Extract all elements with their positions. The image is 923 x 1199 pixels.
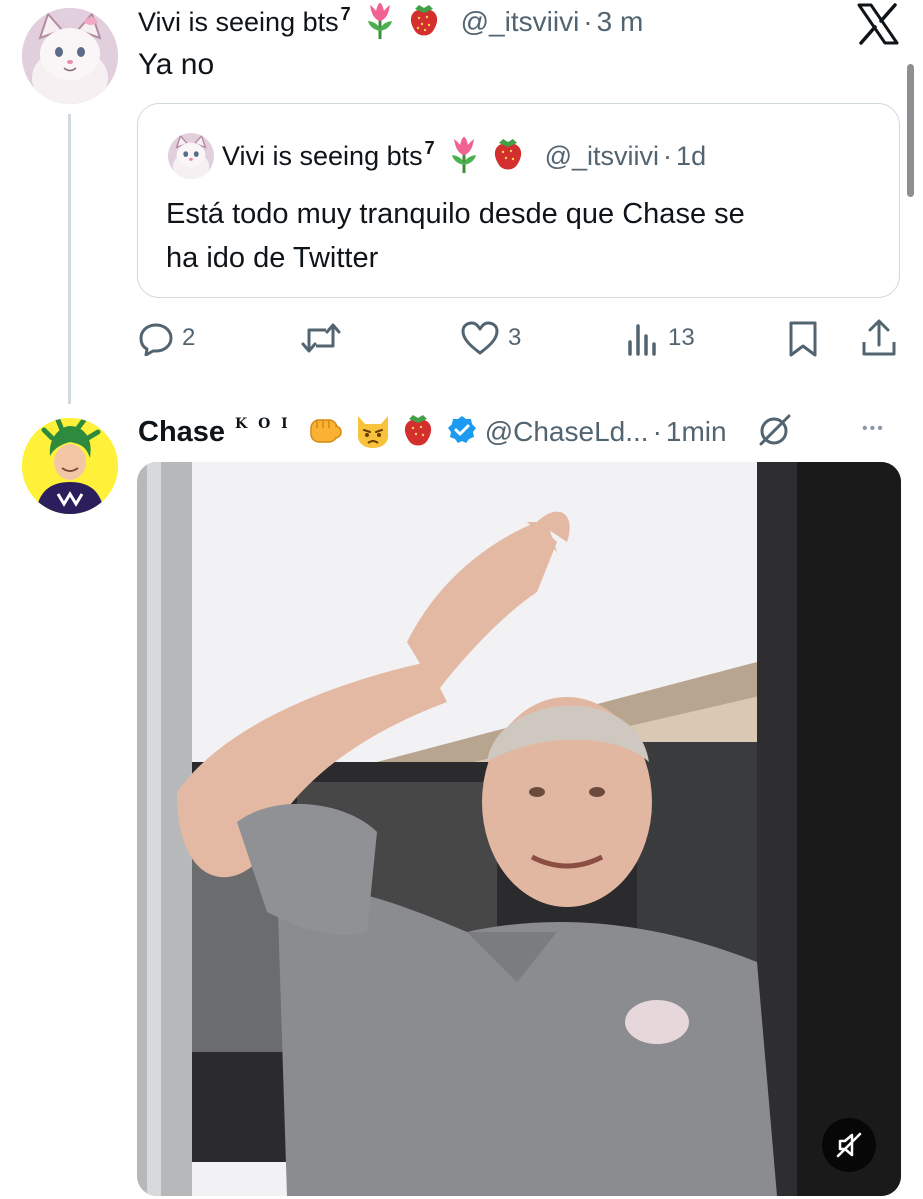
- quoted-display-name: Vivi is seeing bts: [222, 140, 423, 171]
- share-button[interactable]: [860, 318, 898, 358]
- more-options-icon[interactable]: •••: [862, 420, 885, 438]
- mute-button[interactable]: [822, 1118, 876, 1172]
- quoted-text: Está todo muy tranquilo desde que Chase …: [166, 192, 745, 280]
- reply-header: Vivi is seeing bts 7 @_itsviivi · 3 m: [138, 2, 643, 42]
- views-icon: [628, 324, 656, 356]
- reply-tweet: Vivi is seeing bts 7 @_itsviivi · 3 m Ya …: [0, 0, 923, 404]
- quoted-avatar: [168, 133, 214, 179]
- reply-separator: ·: [583, 6, 593, 37]
- tulip-emoji-icon: [365, 1, 395, 44]
- chase-display-name[interactable]: Chase: [138, 416, 225, 449]
- chase-separator: ·: [652, 416, 662, 447]
- strawberry-emoji-icon: [407, 1, 441, 44]
- reply-count: 2: [182, 324, 196, 351]
- quoted-text-line-1: Está todo muy tranquilo desde que Chase …: [166, 198, 745, 230]
- verified-badge-icon[interactable]: [447, 415, 477, 450]
- heart-icon: [461, 321, 499, 355]
- quoted-text-line-2: ha ido de Twitter: [166, 242, 379, 274]
- reply-display-name[interactable]: Vivi is seeing bts: [138, 7, 339, 38]
- main-tweet: Chase K O I @ChaseLd... · 1min •••: [0, 400, 923, 1199]
- strawberry-emoji-icon: [401, 411, 435, 454]
- like-button[interactable]: 3: [460, 320, 521, 356]
- thread-line: [68, 114, 71, 404]
- chase-time[interactable]: 1min: [666, 416, 727, 448]
- reply-text: Ya no: [138, 48, 215, 81]
- tweet-media-video[interactable]: [137, 462, 901, 1196]
- mute-icon: [836, 1132, 862, 1158]
- reply-handle[interactable]: @_itsviivi: [461, 6, 580, 38]
- chase-handle[interactable]: @ChaseLd...: [485, 416, 649, 448]
- reply-time[interactable]: 3 m: [597, 6, 644, 38]
- quoted-handle: @_itsviivi: [544, 140, 660, 171]
- strawberry-emoji-icon: [491, 135, 525, 178]
- quoted-header: Vivi is seeing bts 7 @_itsviivi · 1d: [222, 136, 706, 176]
- quoted-name-superscript: 7: [424, 137, 435, 158]
- quoted-tweet-card[interactable]: Vivi is seeing bts 7 @_itsviivi · 1d Est…: [137, 103, 900, 298]
- chase-header: Chase K O I @ChaseLd... · 1min: [138, 412, 793, 452]
- retweet-icon: [301, 323, 341, 353]
- views-count: 13: [668, 324, 695, 351]
- grok-icon[interactable]: [757, 412, 793, 453]
- share-icon: [862, 319, 896, 356]
- reply-avatar[interactable]: [22, 8, 118, 104]
- reply-name-superscript: 7: [340, 3, 351, 24]
- tulip-emoji-icon: [449, 135, 479, 178]
- reply-button[interactable]: 2: [138, 320, 195, 356]
- bookmark-button[interactable]: [786, 320, 820, 358]
- chase-avatar[interactable]: [22, 418, 118, 514]
- reply-icon: [139, 323, 173, 356]
- quoted-time: 1d: [676, 140, 707, 171]
- chase-name-tag: K O I: [235, 416, 291, 432]
- bookmark-icon: [789, 321, 817, 357]
- pouting-cat-emoji-icon: [353, 410, 393, 455]
- quoted-separator: ·: [663, 140, 673, 171]
- fist-emoji-icon: [305, 410, 345, 455]
- views-button[interactable]: 13: [626, 320, 695, 356]
- retweet-button[interactable]: [300, 320, 342, 356]
- like-count: 3: [508, 324, 522, 351]
